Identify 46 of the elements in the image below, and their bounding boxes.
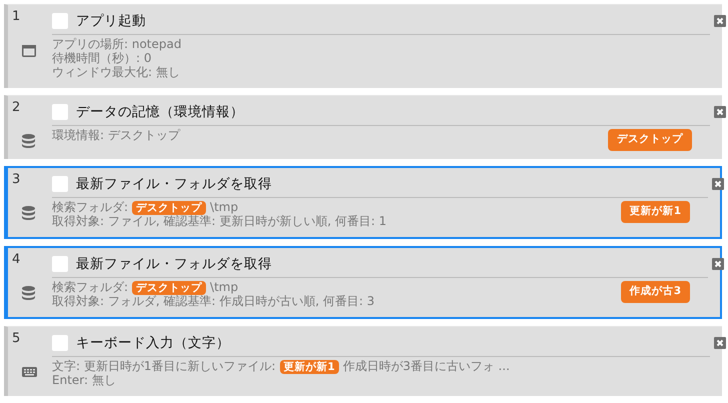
output-badge: デスクトップ [608, 128, 692, 151]
detail-text: \tmp [210, 200, 238, 215]
detail-text: \tmp [210, 281, 238, 295]
close-icon[interactable] [714, 106, 726, 118]
database-icon [22, 134, 35, 148]
detail-text: Enter: 無し [52, 374, 116, 388]
database-icon [22, 286, 35, 300]
detail-text: 検索フォルダ: [52, 200, 128, 215]
step-number: 2 [12, 98, 20, 117]
window-icon [22, 44, 36, 57]
detail-text: 待機時間（秒）: 0 [52, 52, 152, 66]
detail-text: 取得対象: ファイル, 確認基準: 更新日時が新しい順, 何番目: 1 [52, 214, 386, 229]
close-icon[interactable] [712, 258, 724, 270]
detail-text: ウィンドウ最大化: 無し [52, 66, 180, 80]
variable-tag: デスクトップ [132, 280, 206, 295]
checkbox[interactable] [52, 334, 68, 351]
step-card[interactable]: 3 最新ファイル・フォルダを取得 検索フォルダ: デスクトップ \tmp 取得対象: ファイル, 確認基準: 更新日時が新しい順, 何番目: 1 更新が新1 [4, 166, 722, 239]
close-icon[interactable] [712, 178, 724, 190]
database-icon [22, 206, 35, 220]
variable-tag: デスクトップ [132, 200, 206, 215]
output-badge: 更新が新1 [620, 200, 690, 223]
detail-text: アプリの場所: notepad [52, 38, 182, 52]
step-title: キーボード入力（文字） [76, 334, 231, 353]
checkbox[interactable] [52, 13, 68, 30]
detail-text: 検索フォルダ: [52, 281, 128, 295]
detail-text: 文字: 更新日時が1番目に新しいファイル: [52, 360, 276, 374]
step-title: データの記憶（環境情報） [76, 102, 245, 122]
step-number: 4 [12, 250, 20, 269]
detail-text: 環境情報: デスクトップ [52, 128, 180, 143]
detail-text: 作成日時が3番目に古いフォ ... [342, 360, 510, 374]
step-title: 最新ファイル・フォルダを取得 [76, 254, 273, 274]
step-card[interactable]: 4 最新ファイル・フォルダを取得 検索フォルダ: デスクトップ \tmp 取得対象: フォルダ, 確認基準: 作成日時が古い順, 何番目: 3 作成が古3 [4, 246, 722, 319]
step-number: 5 [12, 330, 20, 348]
checkbox[interactable] [52, 256, 68, 272]
close-icon[interactable] [714, 15, 726, 28]
checkbox[interactable] [52, 176, 68, 192]
checkbox[interactable] [52, 104, 68, 120]
step-number: 3 [12, 170, 20, 189]
step-title: アプリ起動 [76, 12, 147, 31]
output-badge: 作成が古3 [620, 280, 690, 303]
step-number: 1 [12, 8, 20, 26]
keyboard-icon [22, 367, 37, 378]
variable-tag: 更新が新1 [280, 360, 339, 374]
detail-text: 取得対象: フォルダ, 確認基準: 作成日時が古い順, 何番目: 3 [52, 294, 374, 309]
close-icon[interactable] [714, 336, 726, 349]
step-title: 最新ファイル・フォルダを取得 [76, 174, 273, 194]
